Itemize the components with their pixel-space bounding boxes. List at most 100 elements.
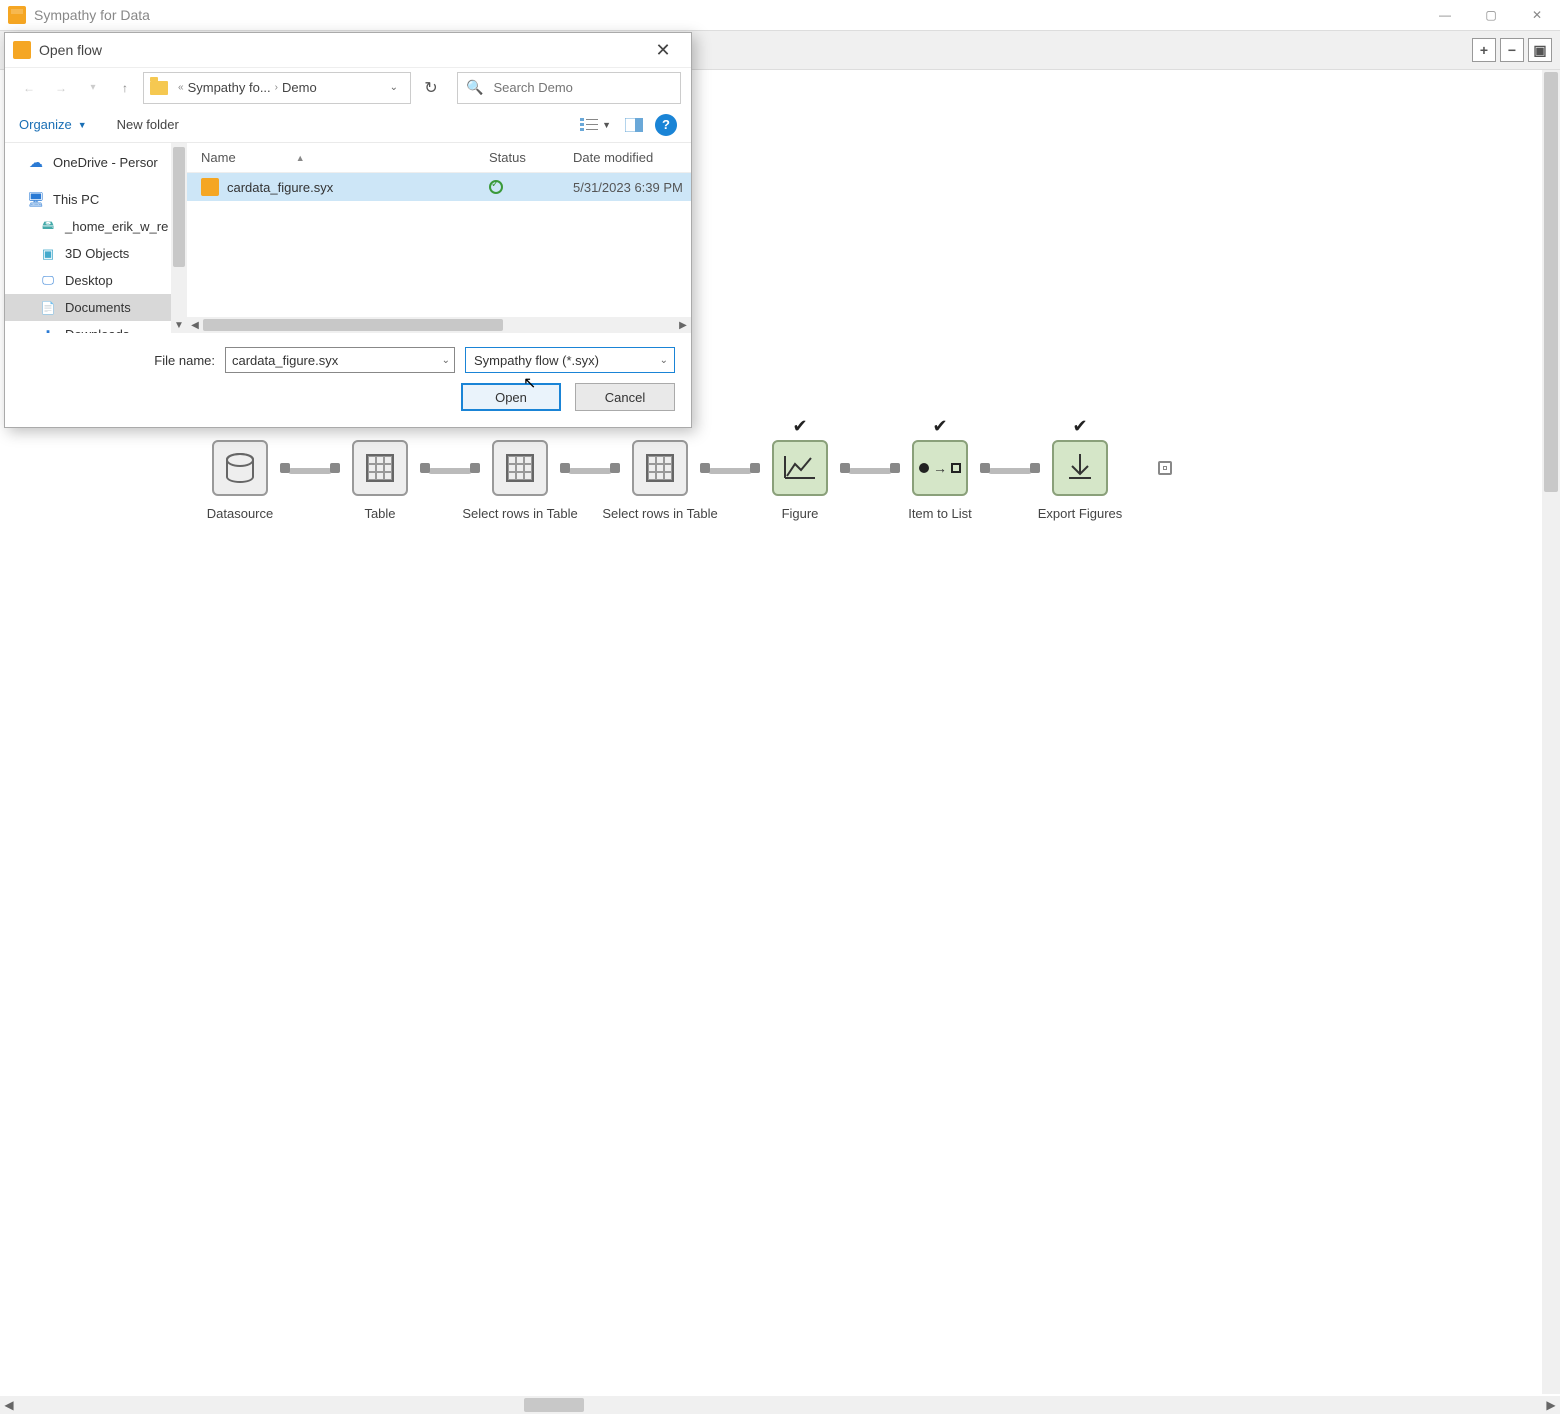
- organize-menu[interactable]: Organize▼: [19, 117, 87, 132]
- file-date: 5/31/2023 6:39 PM: [573, 180, 691, 195]
- chevron-right-icon: ›: [275, 82, 278, 93]
- sort-asc-icon: ▲: [296, 153, 305, 163]
- dialog-title: Open flow: [39, 42, 102, 58]
- column-status[interactable]: Status: [489, 150, 573, 165]
- dialog-footer: File name: cardata_figure.syx ⌄ Sympathy…: [5, 333, 691, 427]
- table-icon: [366, 454, 394, 482]
- file-row[interactable]: cardata_figure.syx 5/31/2023 6:39 PM: [187, 173, 691, 201]
- file-type-filter[interactable]: Sympathy flow (*.syx) ⌄: [465, 347, 675, 373]
- dialog-toolbar: Organize▼ New folder ▼ ?: [5, 107, 691, 143]
- nav-recent-button[interactable]: ▾: [79, 74, 107, 102]
- dialog-titlebar: Open flow ✕: [5, 33, 691, 67]
- file-status: [489, 180, 573, 194]
- tree-item-onedrive[interactable]: ☁OneDrive - Persor: [5, 149, 171, 176]
- node-label: Export Figures: [1038, 506, 1123, 521]
- breadcrumb-prefix: «: [178, 82, 184, 93]
- pc-icon: 🖥: [27, 192, 45, 208]
- preview-pane-button[interactable]: [623, 116, 645, 134]
- export-icon: [1065, 452, 1095, 485]
- zoom-fit-button[interactable]: ▣: [1528, 38, 1552, 62]
- dialog-icon: [13, 41, 31, 59]
- tree-item-documents[interactable]: 📄Documents: [5, 294, 171, 321]
- tree-item-desktop[interactable]: 🖵Desktop: [5, 267, 171, 294]
- vertical-scrollbar[interactable]: [1542, 70, 1560, 1394]
- chevron-down-icon[interactable]: ⌄: [660, 355, 668, 366]
- node-label: Item to List: [908, 506, 972, 521]
- help-button[interactable]: ?: [655, 114, 677, 136]
- node-label: Select rows in Table: [602, 506, 717, 521]
- file-list-hscroll[interactable]: ◀ ▶: [187, 317, 691, 333]
- file-list[interactable]: Name ▲ Status Date modified cardata_figur…: [187, 143, 691, 333]
- dialog-nav: ← → ▾ ↑ « Sympathy fo... › Demo ⌄ ↻ 🔍: [5, 67, 691, 107]
- chevron-down-icon: ▼: [602, 120, 611, 130]
- view-mode-button[interactable]: ▼: [578, 116, 613, 134]
- nav-back-button[interactable]: ←: [15, 74, 43, 102]
- download-icon: ⬇: [39, 327, 57, 334]
- chevron-down-icon[interactable]: ⌄: [442, 355, 450, 366]
- item-to-list-icon: →: [919, 460, 961, 476]
- drive-icon: 🖴: [39, 219, 57, 235]
- scroll-left-arrow[interactable]: ◀: [187, 320, 203, 331]
- refresh-button[interactable]: ↻: [415, 72, 447, 104]
- zoom-out-button[interactable]: −: [1500, 38, 1524, 62]
- cloud-icon: ☁: [27, 155, 45, 171]
- scroll-right-arrow[interactable]: ▶: [1542, 1396, 1560, 1414]
- check-icon: ✔: [1072, 416, 1087, 437]
- filename-input[interactable]: cardata_figure.syx ⌄: [225, 347, 455, 373]
- app-icon: [8, 6, 26, 24]
- minimize-button[interactable]: —: [1422, 0, 1468, 30]
- breadcrumb[interactable]: « Sympathy fo... › Demo ⌄: [143, 72, 411, 104]
- node-label: Figure: [782, 506, 819, 521]
- tree-item-home[interactable]: 🖴_home_erik_w_re: [5, 213, 171, 240]
- open-button[interactable]: Open: [461, 383, 561, 411]
- app-title: Sympathy for Data: [34, 7, 150, 23]
- breadcrumb-parent[interactable]: Sympathy fo...: [188, 80, 271, 95]
- search-icon: 🔍: [466, 79, 483, 96]
- nav-up-button[interactable]: ↑: [111, 74, 139, 102]
- close-button[interactable]: ✕: [1514, 0, 1560, 30]
- scroll-left-arrow[interactable]: ◀: [0, 1396, 18, 1414]
- desktop-icon: 🖵: [39, 273, 57, 289]
- table-icon: [646, 454, 674, 482]
- list-view-icon: [580, 118, 598, 132]
- chevron-down-icon: ▼: [78, 120, 87, 130]
- scroll-right-arrow[interactable]: ▶: [675, 320, 691, 331]
- chart-icon: [785, 456, 815, 480]
- file-name: cardata_figure.syx: [227, 180, 489, 195]
- maximize-button[interactable]: ▢: [1468, 0, 1514, 30]
- tree-item-downloads[interactable]: ⬇Downloads: [5, 321, 171, 333]
- folder-icon: [150, 81, 168, 95]
- new-folder-button[interactable]: New folder: [117, 117, 179, 132]
- filename-label: File name:: [21, 353, 215, 368]
- file-list-header[interactable]: Name ▲ Status Date modified: [187, 143, 691, 173]
- dialog-close-button[interactable]: ✕: [643, 36, 683, 64]
- zoom-in-button[interactable]: +: [1472, 38, 1496, 62]
- horizontal-scrollbar[interactable]: ◀ ▶: [0, 1396, 1560, 1414]
- nav-forward-button[interactable]: →: [47, 74, 75, 102]
- table-icon: [506, 454, 534, 482]
- flow-graph: Datasource Table Select rows in Table Se…: [170, 440, 1172, 521]
- cube-icon: ▣: [39, 246, 57, 262]
- tree-scrollbar[interactable]: ▲ ▼: [171, 143, 187, 333]
- file-icon: [201, 178, 219, 196]
- column-name[interactable]: Name: [201, 150, 236, 165]
- node-label: Table: [364, 506, 395, 521]
- output-port[interactable]: [1158, 461, 1172, 475]
- folder-tree[interactable]: ☁OneDrive - Persor 🖥This PC 🖴_home_erik_…: [5, 143, 171, 333]
- status-ok-icon: [489, 180, 503, 194]
- node-label: Select rows in Table: [462, 506, 577, 521]
- node-export-figures[interactable]: ✔ Export Figures: [1010, 440, 1150, 521]
- tree-item-this-pc[interactable]: 🖥This PC: [5, 186, 171, 213]
- search-box[interactable]: 🔍: [457, 72, 681, 104]
- cancel-button[interactable]: Cancel: [575, 383, 675, 411]
- search-input[interactable]: [493, 80, 672, 95]
- document-icon: 📄: [39, 300, 57, 316]
- open-flow-dialog: Open flow ✕ ← → ▾ ↑ « Sympathy fo... › D…: [4, 32, 692, 428]
- scroll-down-arrow[interactable]: ▼: [171, 317, 187, 333]
- breadcrumb-dropdown[interactable]: ⌄: [384, 82, 404, 93]
- preview-icon: [625, 118, 643, 132]
- tree-item-3d-objects[interactable]: ▣3D Objects: [5, 240, 171, 267]
- breadcrumb-current[interactable]: Demo: [282, 80, 317, 95]
- column-date[interactable]: Date modified: [573, 150, 691, 165]
- check-icon: ✔: [792, 416, 807, 437]
